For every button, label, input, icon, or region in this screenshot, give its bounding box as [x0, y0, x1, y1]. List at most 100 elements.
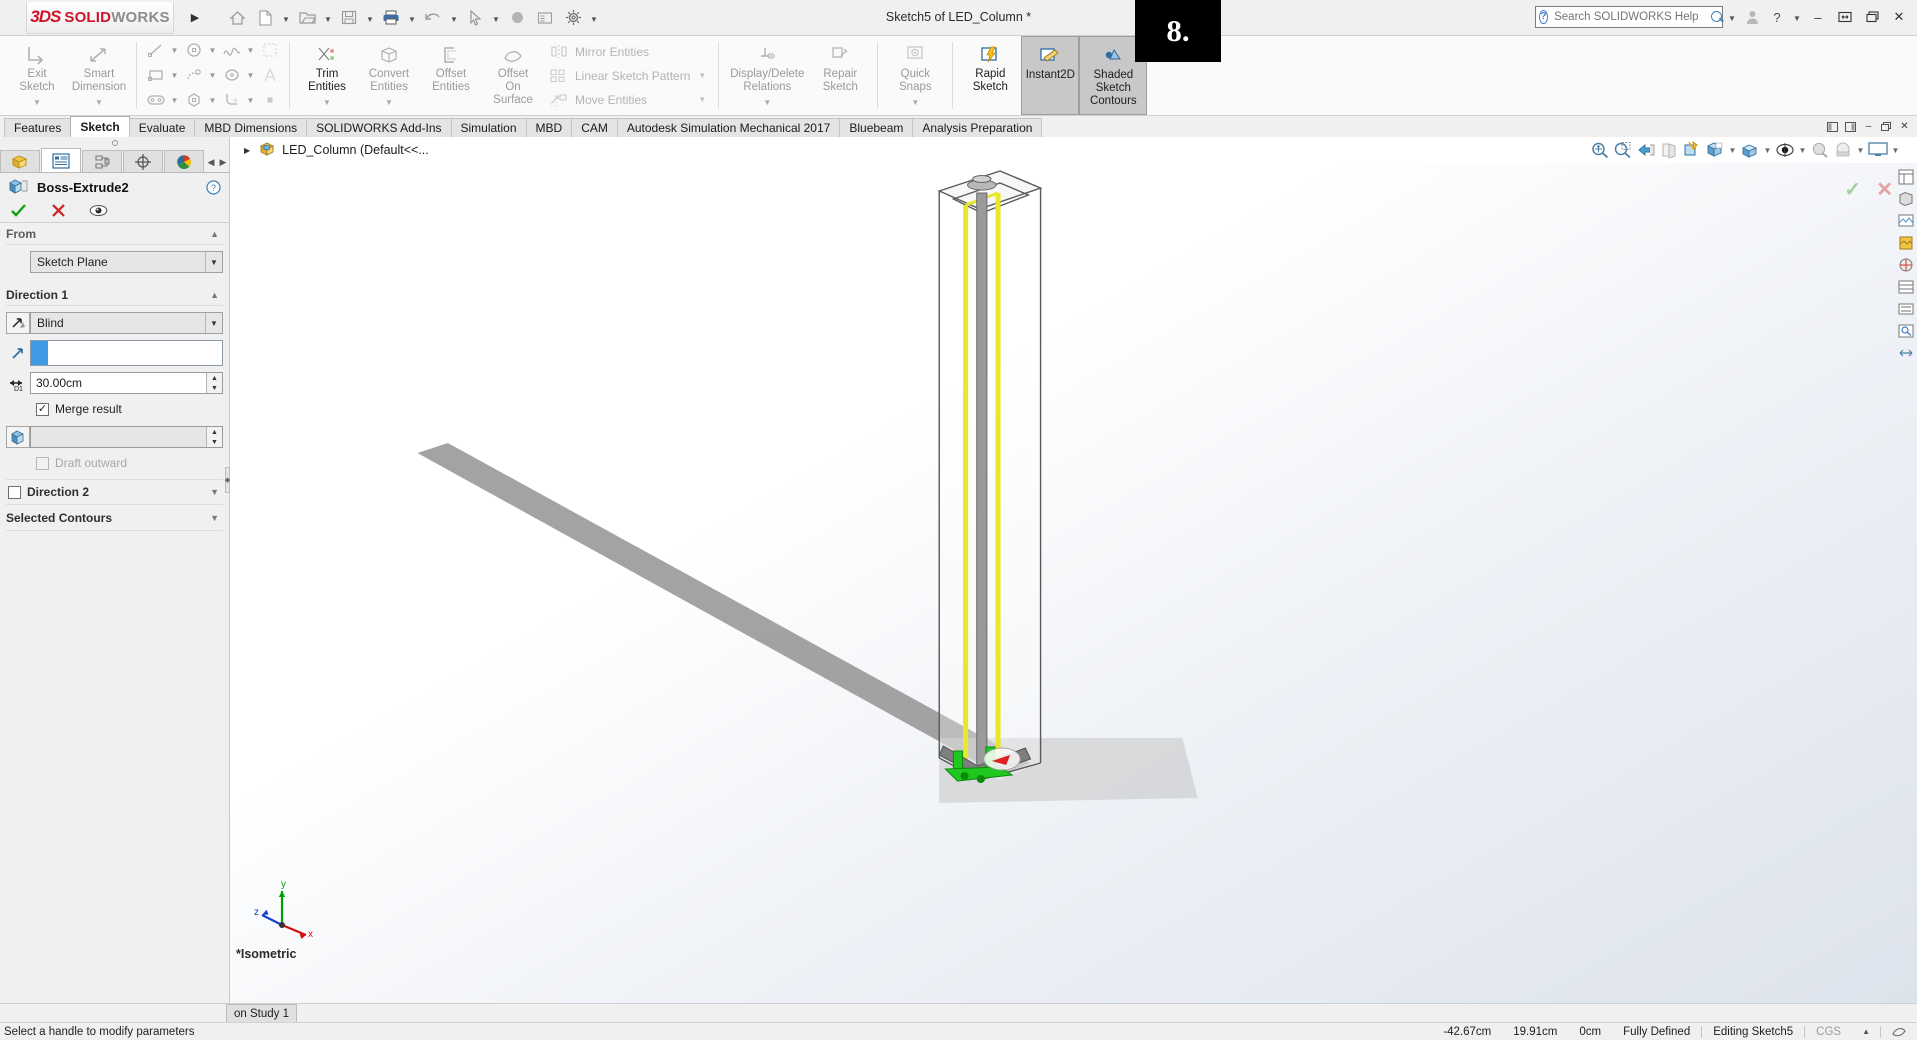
from-section-header[interactable]: From ▲ — [6, 223, 223, 245]
fillet-icon[interactable] — [219, 89, 245, 111]
tab-simulation[interactable]: Simulation — [450, 118, 527, 137]
restore-button[interactable] — [1833, 5, 1857, 29]
document-close-button[interactable]: ✕ — [1896, 118, 1913, 135]
direction2-checkbox[interactable] — [8, 485, 21, 499]
slot-icon[interactable] — [143, 89, 169, 111]
previous-view-icon[interactable] — [1635, 139, 1657, 161]
direction1-section-header[interactable]: Direction 1 ▲ — [6, 284, 223, 306]
mirror-entities-button[interactable]: Mirror Entities — [546, 40, 714, 64]
merge-result-checkbox[interactable]: ✓ — [36, 402, 49, 416]
scenes-icon[interactable] — [1896, 211, 1916, 231]
zoom-to-area-icon[interactable] — [1612, 139, 1634, 161]
chevron-down-icon[interactable]: ▼ — [205, 252, 222, 272]
circle-dropdown-caret[interactable]: ▼ — [207, 46, 218, 55]
rectangle-dropdown-caret[interactable]: ▼ — [169, 71, 180, 80]
tab-analysis-preparation[interactable]: Analysis Preparation — [912, 118, 1043, 137]
linear-sketch-pattern-dropdown-caret[interactable]: ▼ — [690, 71, 714, 80]
line-icon[interactable] — [143, 39, 169, 61]
convert-entities-dropdown-caret[interactable]: ▼ — [385, 96, 393, 109]
accept-check-icon[interactable] — [8, 202, 28, 220]
auto-hide-pin-icon[interactable] — [111, 140, 118, 146]
polygon-dropdown-caret[interactable]: ▼ — [207, 96, 218, 105]
manager-tab-scroll-right[interactable]: ▶ — [217, 152, 229, 172]
depth-stepper[interactable]: ▲ ▼ — [206, 373, 222, 393]
hide-show-items-icon[interactable] — [1739, 139, 1761, 161]
convert-entities-button[interactable]: Convert Entities ▼ — [358, 36, 420, 115]
end-condition-select[interactable]: Blind ▼ — [30, 312, 223, 334]
instant2d-button[interactable]: Instant2D — [1021, 36, 1080, 115]
arc-icon[interactable] — [181, 64, 207, 86]
viewport-layout-dropdown-caret[interactable]: ▼ — [1890, 139, 1901, 161]
status-units-caret-icon[interactable]: ▲ — [1852, 1027, 1880, 1036]
tab-cam[interactable]: CAM — [571, 118, 618, 137]
rebuild-icon[interactable] — [504, 4, 530, 32]
smart-dimension-button[interactable]: Smart Dimension ▼ — [68, 36, 130, 115]
display-delete-relations-button[interactable]: Display/Delete Relations ▼ — [725, 36, 809, 115]
feature-manager-tab[interactable] — [0, 150, 40, 172]
search-library-icon[interactable] — [1896, 321, 1916, 341]
ellipse-dropdown-caret[interactable]: ▼ — [245, 71, 256, 80]
linear-sketch-pattern-button[interactable]: Linear Sketch Pattern ▼ — [546, 64, 714, 88]
print-icon[interactable] — [378, 4, 404, 32]
view-palette-icon[interactable] — [1896, 167, 1916, 187]
drag-resize-icon[interactable] — [1896, 343, 1916, 363]
undo-dropdown-caret[interactable]: ▼ — [448, 4, 460, 32]
user-account-icon[interactable] — [1741, 5, 1763, 29]
file-properties-icon[interactable] — [532, 4, 558, 32]
tab-sketch[interactable]: Sketch — [70, 116, 130, 137]
search-dropdown-caret[interactable]: ▼ — [1726, 3, 1738, 31]
search-icon[interactable] — [1710, 10, 1722, 25]
document-restore-button[interactable] — [1878, 118, 1895, 135]
from-section-chevron-icon[interactable]: ▲ — [210, 229, 223, 239]
rectangle-icon[interactable] — [143, 64, 169, 86]
undo-icon[interactable] — [420, 4, 446, 32]
exit-sketch-dropdown-caret[interactable]: ▼ — [33, 96, 41, 109]
draft-angle-stepper-down[interactable]: ▼ — [207, 437, 222, 447]
draft-outward-row[interactable]: Draft outward — [6, 453, 223, 473]
draft-outward-checkbox[interactable] — [36, 456, 49, 470]
home-icon[interactable] — [224, 4, 250, 32]
draft-angle-stepper[interactable]: ▲ ▼ — [206, 427, 222, 447]
tab-solidworks-add-ins[interactable]: SOLIDWORKS Add-Ins — [306, 118, 452, 137]
options-dropdown-caret[interactable]: ▼ — [588, 4, 600, 32]
tab-features[interactable]: Features — [4, 118, 72, 137]
tab-autodesk-simulation[interactable]: Autodesk Simulation Mechanical 2017 — [616, 118, 841, 137]
minimize-button[interactable]: – — [1806, 5, 1830, 29]
spline-icon[interactable] — [219, 39, 245, 61]
select-dropdown-caret[interactable]: ▼ — [490, 4, 502, 32]
design-library-icon[interactable] — [1896, 277, 1916, 297]
view-setting-sphere-icon[interactable] — [1832, 139, 1854, 161]
exit-sketch-button[interactable]: Exit Sketch ▼ — [6, 36, 68, 115]
reverse-direction-button[interactable] — [6, 312, 30, 334]
manager-tab-scroll-left[interactable]: ◀ — [205, 152, 217, 172]
smart-dimension-dropdown-caret[interactable]: ▼ — [95, 96, 103, 109]
display-manager-tab[interactable] — [164, 150, 204, 172]
help-dropdown-caret[interactable]: ▼ — [1791, 3, 1803, 31]
cancel-x-icon[interactable] — [48, 202, 68, 220]
quick-snaps-dropdown-caret[interactable]: ▼ — [911, 96, 919, 109]
expand-tree-arrow-icon[interactable]: ▶ — [244, 146, 250, 155]
hide-show-dropdown-caret[interactable]: ▼ — [1762, 139, 1773, 161]
search-box[interactable]: ? — [1535, 6, 1723, 28]
document-minimize-button[interactable]: – — [1860, 118, 1877, 135]
dimxpert-manager-tab[interactable] — [123, 150, 163, 172]
sketch-pattern-grid-icon[interactable] — [257, 39, 283, 61]
draft-on-off-button[interactable] — [6, 426, 30, 448]
status-overlay-icon[interactable] — [1881, 1025, 1917, 1038]
options-gear-icon[interactable] — [560, 4, 586, 32]
section-view-icon[interactable] — [1658, 139, 1680, 161]
display-delete-relations-dropdown-caret[interactable]: ▼ — [763, 96, 771, 109]
viewport-layout-icon[interactable] — [1867, 139, 1889, 161]
fillet-dropdown-caret[interactable]: ▼ — [245, 96, 256, 105]
decals-icon[interactable] — [1896, 233, 1916, 253]
view-setting-dropdown-caret[interactable]: ▼ — [1855, 139, 1866, 161]
polygon-icon[interactable] — [181, 89, 207, 111]
trim-entities-button[interactable]: Trim Entities ▼ — [296, 36, 358, 115]
text-icon[interactable] — [257, 64, 283, 86]
slot-dropdown-caret[interactable]: ▼ — [169, 96, 180, 105]
tab-mbd[interactable]: MBD — [525, 118, 573, 137]
zoom-to-fit-icon[interactable] — [1589, 139, 1611, 161]
tile-right-button[interactable] — [1842, 118, 1859, 135]
repair-sketch-button[interactable]: Repair Sketch — [809, 36, 871, 115]
ellipse-icon[interactable] — [219, 64, 245, 86]
